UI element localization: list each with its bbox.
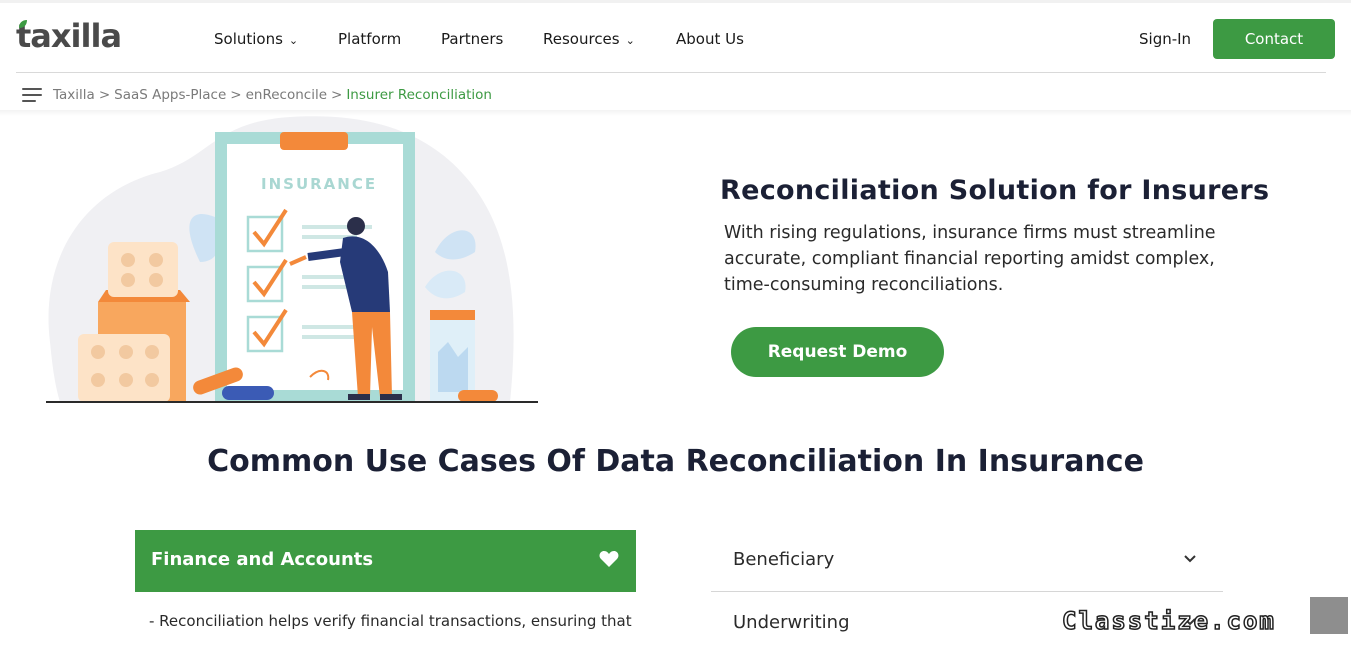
nav-solutions[interactable]: Solutions ⌄ <box>214 30 298 48</box>
nav-partners[interactable]: Partners <box>441 30 503 48</box>
illustration-insurance-label: INSURANCE <box>261 175 377 193</box>
breadcrumb-separator: > <box>98 87 111 103</box>
heart-icon <box>599 551 619 567</box>
breadcrumb-separator: > <box>331 87 343 103</box>
breadcrumb-item-taxilla[interactable]: Taxilla <box>53 87 95 103</box>
leaf-icon <box>19 20 27 28</box>
accordion-content-text: - Reconciliation helps verify financial … <box>149 612 632 630</box>
breadcrumb-current: Insurer Reconciliation <box>346 87 492 103</box>
hero-title: Reconciliation Solution for Insurers <box>720 175 1270 206</box>
insurance-illustration: INSURANCE <box>46 116 538 403</box>
request-demo-button[interactable]: Request Demo <box>731 327 944 377</box>
nav-resources[interactable]: Resources ⌄ <box>543 30 635 48</box>
accordion-label: Finance and Accounts <box>151 549 374 570</box>
hero-description: With rising regulations, insurance firms… <box>724 223 1216 295</box>
breadcrumb-item-saas-apps-place[interactable]: SaaS Apps-Place <box>114 87 226 103</box>
nav-about-us[interactable]: About Us <box>676 30 744 48</box>
taxilla-logo[interactable]: taxilla <box>16 17 122 55</box>
accordion-label: Underwriting <box>733 612 850 633</box>
nav-about-us-label: About Us <box>676 30 744 48</box>
nav-resources-label: Resources <box>543 30 620 48</box>
accordion-beneficiary[interactable]: Beneficiary <box>711 530 1223 592</box>
header-divider <box>16 72 1326 73</box>
chevron-down-icon <box>1184 555 1196 563</box>
hamburger-menu-icon[interactable] <box>22 87 42 103</box>
nav-solutions-label: Solutions <box>214 30 283 48</box>
contact-button[interactable]: Contact <box>1213 19 1335 59</box>
breadcrumb-separator: > <box>230 87 242 103</box>
nav-partners-label: Partners <box>441 30 504 48</box>
site-header: taxilla Solutions ⌄ Platform Partners Res… <box>0 3 1351 73</box>
watermark: Classtize.com <box>1061 606 1276 636</box>
chevron-down-icon: ⌄ <box>625 34 635 47</box>
use-cases-title: Common Use Cases Of Data Reconciliation … <box>207 444 1144 479</box>
accordion-finance-and-accounts[interactable]: Finance and Accounts <box>135 530 636 592</box>
breadcrumb: Taxilla > SaaS Apps-Place > enReconcile … <box>22 84 492 106</box>
accordion-label: Beneficiary <box>733 549 835 570</box>
chevron-down-icon: ⌄ <box>288 34 299 47</box>
nav-platform[interactable]: Platform <box>338 30 401 48</box>
scroll-to-top-button[interactable] <box>1310 597 1348 634</box>
sign-in-link[interactable]: Sign-In <box>1139 30 1191 48</box>
breadcrumb-item-enreconcile[interactable]: enReconcile <box>246 87 327 103</box>
logo-text: taxilla <box>16 17 122 55</box>
nav-platform-label: Platform <box>338 30 402 48</box>
